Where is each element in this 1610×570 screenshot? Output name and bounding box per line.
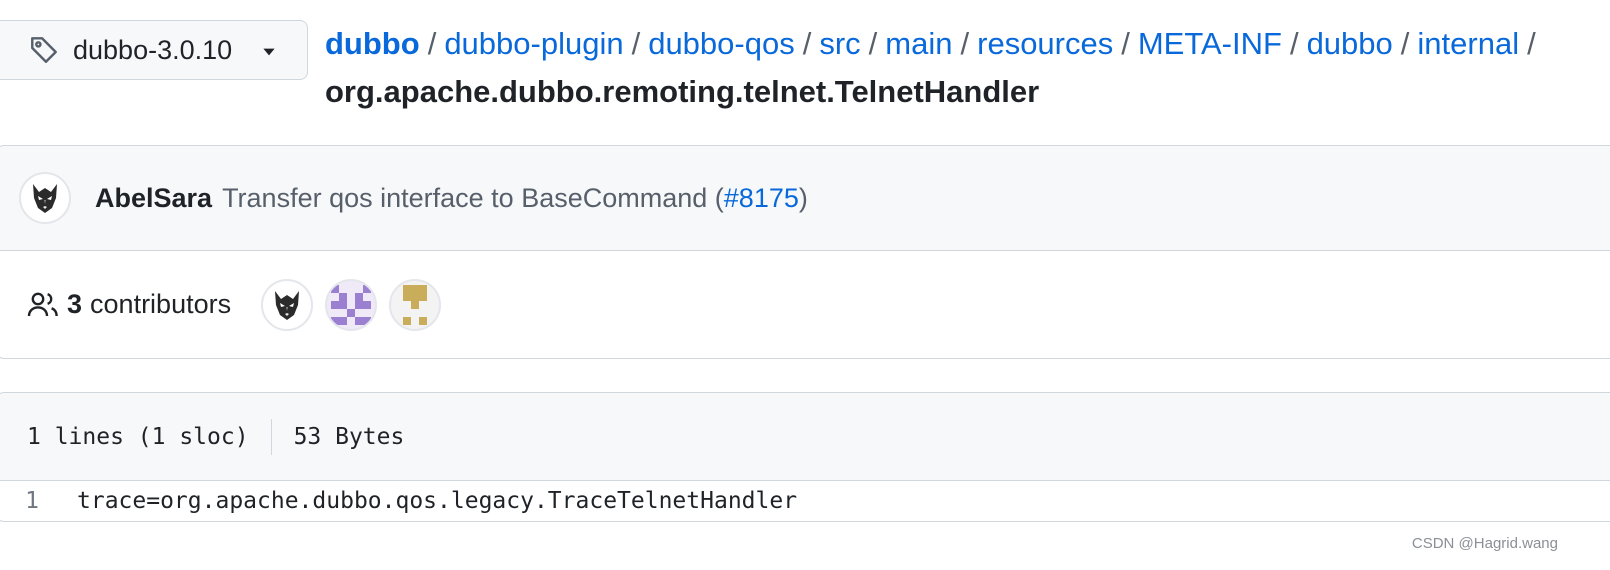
wolf-avatar[interactable] [261, 278, 314, 331]
breadcrumb-link-resources[interactable]: resources [977, 26, 1113, 61]
breadcrumb-separator: / [427, 26, 437, 61]
line-count: 1 lines (1 sloc) [27, 423, 249, 450]
breadcrumb-separator: / [1121, 26, 1130, 61]
purple-identicon-avatar[interactable] [325, 278, 378, 331]
latest-commit-bar: AbelSara Transfer qos interface to BaseC… [0, 145, 1610, 251]
chevron-down-icon [260, 43, 278, 61]
breadcrumb: dubbo / dubbo-plugin / dubbo-qos / src / main / re… [325, 22, 1544, 66]
code-line: 1 trace=org.apache.dubbo.qos.legacy.Trac… [0, 480, 1610, 522]
breadcrumb-link-dubbo-qos[interactable]: dubbo-qos [648, 26, 795, 61]
file-info-header: 1 lines (1 sloc) 53 Bytes [0, 392, 1610, 481]
pull-request-link[interactable]: #8175 [724, 183, 799, 213]
breadcrumb-link-main[interactable]: main [885, 26, 952, 61]
people-icon [27, 289, 59, 321]
contributors-bar: 3 contributors [0, 250, 1610, 359]
commit-message-end: ) [798, 182, 808, 213]
breadcrumb-link-meta-inf[interactable]: META-INF [1138, 26, 1282, 61]
breadcrumb-link-internal[interactable]: internal [1417, 26, 1519, 61]
breadcrumb-separator: / [1289, 26, 1299, 61]
breadcrumb-link-dubbo-plugin[interactable]: dubbo-plugin [444, 26, 623, 61]
branch-name: dubbo-3.0.10 [73, 34, 233, 65]
contributor-avatars [261, 278, 442, 331]
breadcrumb-root-link[interactable]: dubbo [325, 26, 420, 61]
breadcrumb-separator: / [802, 26, 812, 61]
file-name-title: org.apache.dubbo.remoting.telnet.TelnetH… [325, 74, 1040, 109]
commit-author[interactable]: AbelSara [95, 183, 212, 214]
breadcrumb-separator: / [631, 26, 641, 61]
breadcrumb-link-src[interactable]: src [819, 26, 860, 61]
line-number[interactable]: 1 [0, 488, 77, 514]
branch-selector-button[interactable]: dubbo-3.0.10 [0, 20, 308, 80]
tag-icon [29, 35, 59, 65]
commit-message-text: Transfer qos interface to BaseCommand ( [222, 182, 724, 213]
divider [270, 418, 272, 455]
breadcrumb-separator: / [868, 26, 878, 61]
code-text: trace=org.apache.dubbo.qos.legacy.TraceT… [77, 488, 798, 514]
breadcrumb-separator: / [1527, 26, 1536, 61]
breadcrumb-separator: / [1400, 26, 1410, 61]
breadcrumb-separator: / [960, 26, 970, 61]
commit-author-avatar[interactable] [19, 172, 71, 224]
file-size: 53 Bytes [293, 423, 405, 450]
contributors-label[interactable]: contributors [90, 289, 231, 320]
gold-identicon-avatar[interactable] [389, 278, 442, 331]
contributors-count[interactable]: 3 [67, 289, 82, 320]
commit-message[interactable]: Transfer qos interface to BaseCommand (#… [222, 183, 808, 214]
breadcrumb-link-dubbo[interactable]: dubbo [1307, 26, 1393, 61]
watermark: CSDN @Hagrid.wang [1411, 535, 1558, 552]
